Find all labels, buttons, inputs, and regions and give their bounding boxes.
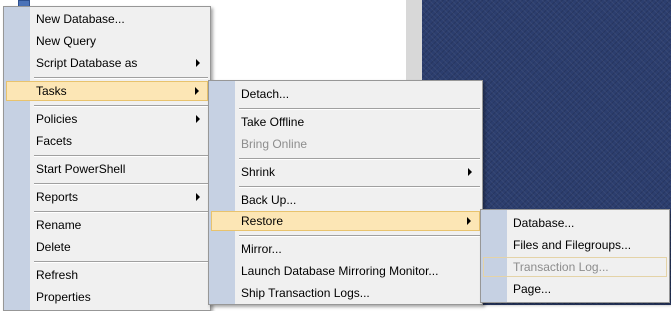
menu-item-label: Page... [513,282,552,296]
menu-item-back-up[interactable]: Back Up... [211,190,480,210]
menu-separator [34,261,208,263]
menu-item-label: Bring Online [241,137,308,151]
menu-item-label: Detach... [241,87,290,101]
menu-item-bring-online: Bring Online [211,134,480,154]
menu-item-restore-page[interactable]: Page... [483,279,667,299]
menu-item-label: Shrink [241,165,276,179]
submenu-arrow-icon [196,115,200,123]
menu-separator [239,108,480,110]
menu-item-label: Script Database as [36,56,138,70]
menu-separator [34,183,208,185]
menu-item-label: Ship Transaction Logs... [241,286,370,300]
menu-item-take-offline[interactable]: Take Offline [211,112,480,132]
menu-separator [34,155,208,157]
menu-item-facets[interactable]: Facets [6,131,208,151]
menu-item-detach[interactable]: Detach... [211,84,480,104]
menu-item-label: Delete [36,240,71,254]
menu-item-mirror[interactable]: Mirror... [211,239,480,259]
submenu-arrow-icon [195,87,199,95]
menu-item-label: New Query [36,34,97,48]
menu-item-shrink[interactable]: Shrink [211,162,480,182]
menu-item-label: Launch Database Mirroring Monitor... [241,264,439,278]
menu-item-policies[interactable]: Policies [6,109,208,129]
menu-item-label: Facets [36,134,73,148]
menu-item-refresh[interactable]: Refresh [6,265,208,285]
menu-item-start-powershell[interactable]: Start PowerShell [6,159,208,179]
restore-submenu: Database... Files and Filegroups... Tran… [480,209,670,303]
menu-separator [34,211,208,213]
menu-item-restore[interactable]: Restore [211,211,480,231]
menu-item-label: Tasks [36,84,67,98]
menu-item-label: Properties [36,290,91,304]
menu-separator [34,77,208,79]
menu-item-restore-files-filegroups[interactable]: Files and Filegroups... [483,235,667,255]
menu-item-label: Start PowerShell [36,162,126,176]
menu-item-label: Rename [36,218,82,232]
menu-item-label: Restore [241,214,284,228]
menu-item-properties[interactable]: Properties [6,287,208,307]
menu-item-tasks[interactable]: Tasks [6,81,208,101]
menu-separator [239,158,480,160]
menu-item-restore-database[interactable]: Database... [483,213,667,233]
tasks-submenu: Detach... Take Offline Bring Online Shri… [208,80,483,305]
database-context-menu: New Database... New Query Script Databas… [3,6,211,311]
menu-item-label: Refresh [36,268,79,282]
menu-item-new-database[interactable]: New Database... [6,9,208,29]
menu-item-launch-mirroring-monitor[interactable]: Launch Database Mirroring Monitor... [211,261,480,281]
menu-item-label: Back Up... [241,193,297,207]
menu-item-ship-transaction-logs[interactable]: Ship Transaction Logs... [211,283,480,303]
menu-item-label: Files and Filegroups... [513,238,632,252]
menu-item-delete[interactable]: Delete [6,237,208,257]
menu-item-label: Database... [513,216,575,230]
menu-item-label: Mirror... [241,242,282,256]
menu-item-label: Reports [36,190,79,204]
menu-item-rename[interactable]: Rename [6,215,208,235]
menu-separator [239,186,480,188]
submenu-arrow-icon [196,59,200,67]
menu-item-new-query[interactable]: New Query [6,31,208,51]
menu-item-reports[interactable]: Reports [6,187,208,207]
submenu-arrow-icon [467,217,471,225]
submenu-arrow-icon [468,168,472,176]
menu-separator [239,235,480,237]
menu-item-script-database-as[interactable]: Script Database as [6,53,208,73]
menu-item-label: Policies [36,112,78,126]
menu-item-label: Transaction Log... [513,260,609,274]
menu-item-label: Take Offline [241,115,305,129]
menu-item-restore-transaction-log: Transaction Log... [483,257,667,277]
submenu-arrow-icon [196,193,200,201]
menu-item-label: New Database... [36,12,125,26]
menu-separator [34,105,208,107]
